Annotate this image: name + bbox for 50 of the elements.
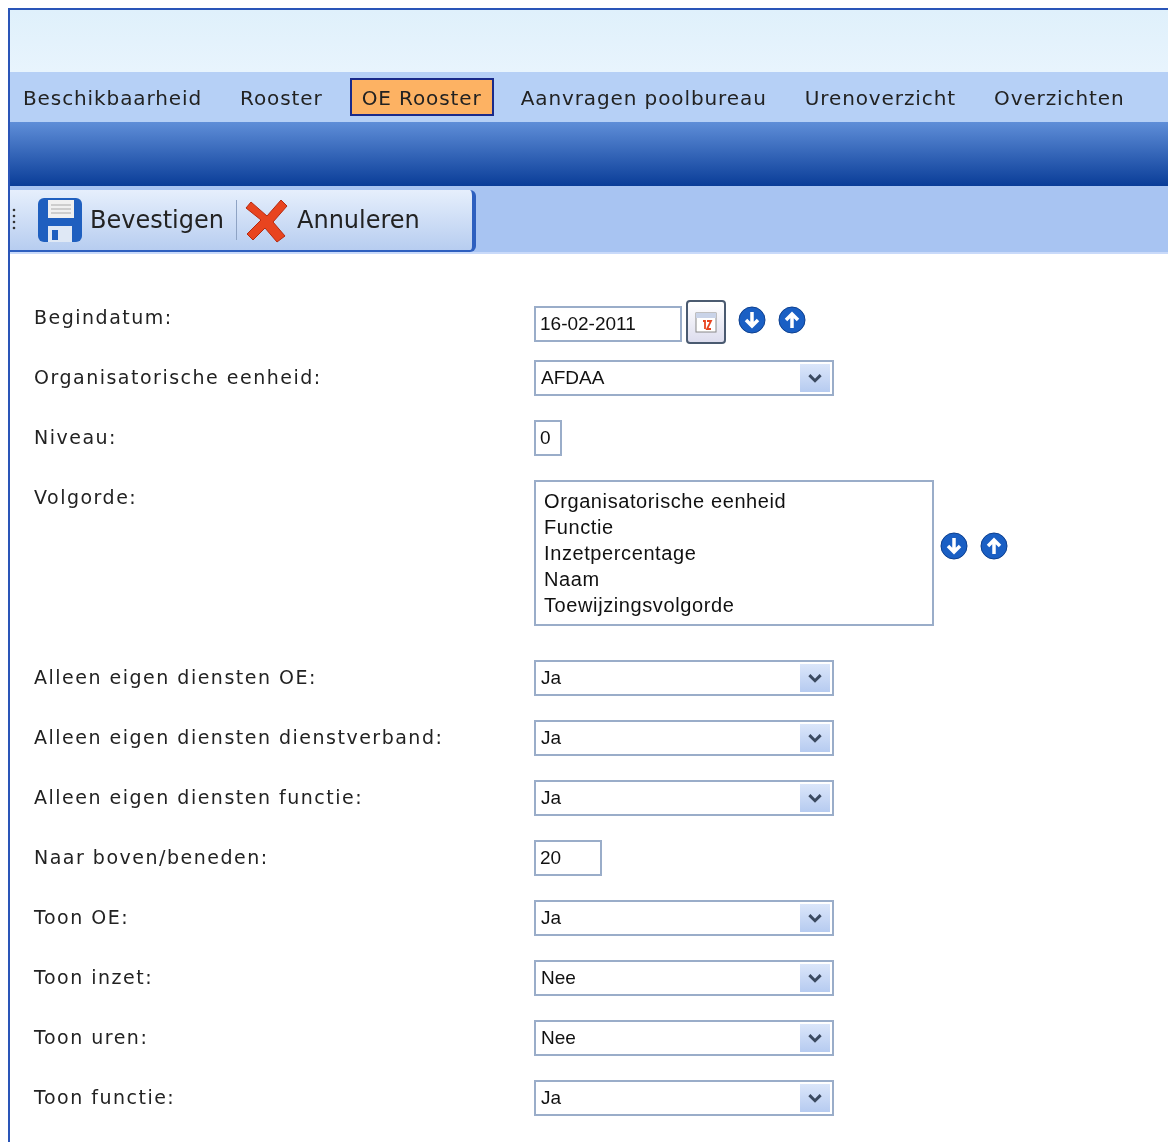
arrow-up-icon[interactable]	[778, 306, 806, 334]
nav-tab[interactable]: Overzichten	[983, 79, 1136, 115]
nav-tab[interactable]: Beschikbaarheid	[12, 79, 214, 115]
field-label: Toon uren:	[34, 1025, 150, 1050]
chevron-down-icon	[808, 373, 822, 383]
field-label: Begindatum:	[34, 305, 174, 330]
chevron-down-icon	[808, 673, 822, 683]
input-field[interactable]: 20	[534, 840, 602, 876]
list-item[interactable]: Functie	[544, 514, 924, 540]
date-field[interactable]: 16-02-2011	[534, 306, 682, 342]
chevron-down-icon	[808, 913, 822, 923]
field-label: Toon OE:	[34, 905, 131, 930]
dropdown[interactable]: Ja	[534, 780, 834, 816]
list-item[interactable]: Organisatorische eenheid	[544, 488, 924, 514]
cancel-button[interactable]: Annuleren	[243, 196, 426, 244]
dropdown[interactable]: Ja	[534, 720, 834, 756]
field-label: Alleen eigen diensten functie:	[34, 785, 365, 810]
dropdown[interactable]: AFDAA	[534, 360, 834, 396]
dropdown[interactable]: Ja	[534, 900, 834, 936]
confirm-button[interactable]: Bevestigen	[36, 196, 230, 244]
chevron-down-icon	[808, 793, 822, 803]
chevron-down-icon	[808, 733, 822, 743]
arrow-down-icon[interactable]	[738, 306, 766, 334]
chevron-down-icon	[808, 1093, 822, 1103]
field-label: Organisatorische eenheid:	[34, 365, 323, 390]
list-item[interactable]: Toewijzingsvolgorde	[544, 592, 924, 618]
field-label: Alleen eigen diensten OE:	[34, 665, 318, 690]
dropdown[interactable]: Nee	[534, 960, 834, 996]
input-field[interactable]: 0	[534, 420, 562, 456]
dropdown[interactable]: Nee	[534, 1020, 834, 1056]
nav-tab[interactable]: OE Rooster	[349, 78, 494, 116]
calendar-button[interactable]	[686, 300, 726, 344]
chevron-down-icon	[808, 1033, 822, 1043]
dropdown[interactable]: Ja	[534, 660, 834, 696]
field-label: Alleen eigen diensten dienstverband:	[34, 725, 445, 750]
list-item[interactable]: Naam	[544, 566, 924, 592]
nav-tab[interactable]: Urenoverzicht	[793, 79, 967, 115]
field-label: Naar boven/beneden:	[34, 845, 270, 870]
field-label: Volgorde:	[34, 485, 139, 510]
nav-tab[interactable]: Rooster	[229, 79, 334, 115]
chevron-down-icon	[808, 973, 822, 983]
dropdown[interactable]: Ja	[534, 1080, 834, 1116]
arrow-up-icon[interactable]	[980, 532, 1008, 560]
field-label: Toon functie:	[34, 1085, 177, 1110]
field-label: Niveau:	[34, 425, 118, 450]
list-item[interactable]: Inzetpercentage	[544, 540, 924, 566]
arrow-down-icon[interactable]	[940, 532, 968, 560]
nav-tab[interactable]: Aanvragen poolbureau	[509, 79, 778, 115]
field-label: Toon inzet:	[34, 965, 155, 990]
calendar-icon	[694, 310, 718, 334]
